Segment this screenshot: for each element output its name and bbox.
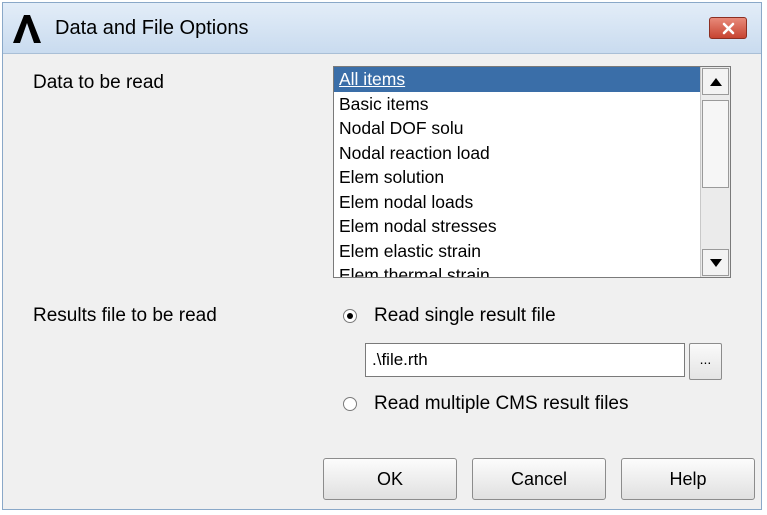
ok-button[interactable]: OK xyxy=(323,458,457,500)
window-title: Data and File Options xyxy=(55,17,249,39)
results-file-label: Results file to be read xyxy=(33,305,217,326)
arrow-up-icon xyxy=(710,78,722,86)
browse-button[interactable]: ... xyxy=(689,343,722,380)
scroll-thumb[interactable] xyxy=(702,100,729,188)
close-icon xyxy=(722,22,735,35)
scroll-up-button[interactable] xyxy=(702,68,729,95)
scroll-down-button[interactable] xyxy=(702,249,729,276)
list-item[interactable]: Elem nodal loads xyxy=(334,190,720,215)
title-bar[interactable]: Data and File Options xyxy=(3,3,761,54)
radio-button-selected[interactable] xyxy=(343,309,357,323)
data-to-read-label: Data to be read xyxy=(33,72,164,93)
radio-button[interactable] xyxy=(343,397,357,411)
list-item[interactable]: Basic items xyxy=(334,92,720,117)
close-button[interactable] xyxy=(709,17,747,39)
result-file-path-input[interactable]: .\file.rth xyxy=(365,343,685,377)
list-item[interactable]: Elem thermal strain xyxy=(334,263,720,277)
radio-label: Read multiple CMS result files xyxy=(374,393,629,414)
arrow-down-icon xyxy=(710,259,722,267)
listbox-scrollbar[interactable] xyxy=(700,67,730,277)
list-item[interactable]: All items xyxy=(334,67,720,92)
data-items-list: All items Basic items Nodal DOF solu Nod… xyxy=(334,67,720,277)
list-item[interactable]: Nodal DOF solu xyxy=(334,116,720,141)
list-item[interactable]: Elem nodal stresses xyxy=(334,214,720,239)
list-item[interactable]: Nodal reaction load xyxy=(334,141,720,166)
list-item[interactable]: Elem elastic strain xyxy=(334,239,720,264)
radio-label: Read single result file xyxy=(374,305,556,326)
help-button[interactable]: Help xyxy=(621,458,755,500)
list-item[interactable]: Elem solution xyxy=(334,165,720,190)
cancel-button[interactable]: Cancel xyxy=(472,458,606,500)
ansys-logo-icon xyxy=(11,14,43,44)
data-and-file-options-dialog: Data and File Options Data to be read Al… xyxy=(2,2,762,510)
data-to-read-listbox[interactable]: All items Basic items Nodal DOF solu Nod… xyxy=(333,66,731,278)
